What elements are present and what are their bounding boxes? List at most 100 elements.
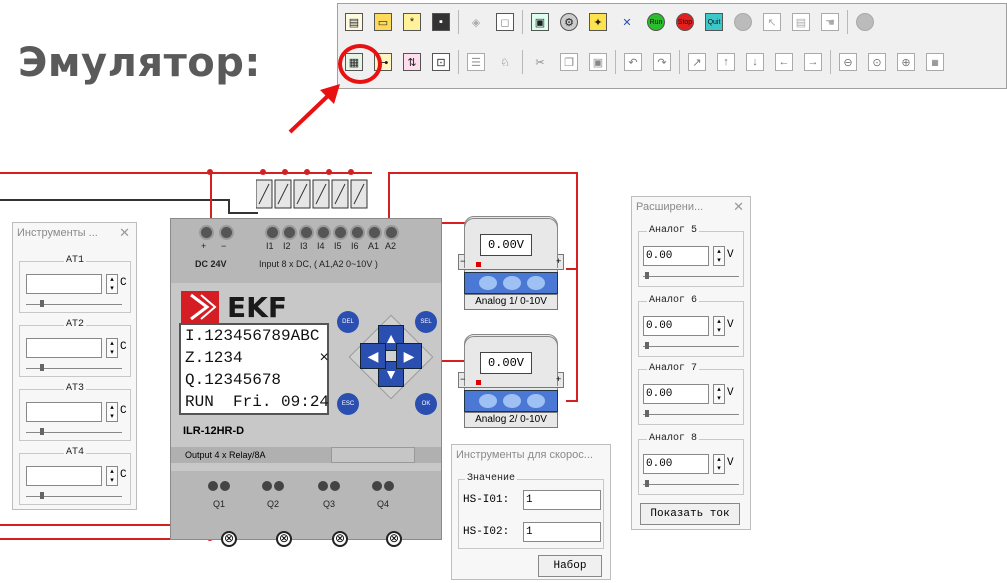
relay-q2[interactable] <box>261 477 284 493</box>
zoom-out-icon[interactable]: ⊖ <box>836 50 860 74</box>
slider-thumb[interactable] <box>645 342 649 349</box>
cursor-icon[interactable]: ↖ <box>760 10 784 34</box>
relay-q3[interactable] <box>317 477 340 493</box>
terminal-label: − <box>221 241 227 251</box>
ok-button[interactable]: OK <box>415 393 437 415</box>
at3-input[interactable] <box>26 402 102 422</box>
terminal-i2[interactable] <box>282 225 297 240</box>
tools-icon[interactable]: ✕ <box>615 10 639 34</box>
terminal-i6[interactable] <box>350 225 365 240</box>
analog-label: Analog 1/ 0-10V <box>464 294 558 310</box>
status-led <box>476 380 481 385</box>
terminal-i5[interactable] <box>333 225 348 240</box>
at4-input[interactable] <box>26 466 102 486</box>
at1-input[interactable] <box>26 274 102 294</box>
gear-icon[interactable]: ⚙ <box>557 10 581 34</box>
new-icon[interactable]: ▤ <box>342 10 366 34</box>
quit-icon[interactable]: Quit <box>702 10 726 34</box>
analog7-input[interactable]: 0.00 <box>643 384 709 404</box>
spinner[interactable]: ▴ ▾ <box>713 316 725 336</box>
terminal-i1[interactable] <box>265 225 280 240</box>
spinner[interactable]: ▴ ▾ <box>106 402 118 422</box>
zoom-in-icon[interactable]: ⊙ <box>865 50 889 74</box>
lcd-line: RUN Fri. 09:24 <box>185 393 330 411</box>
hs-i02-input[interactable]: 1 <box>523 522 601 542</box>
terminal-i3[interactable] <box>299 225 314 240</box>
open-icon[interactable]: ▭ <box>371 10 395 34</box>
spinner[interactable]: ▴ ▾ <box>713 454 725 474</box>
hs-i01-input[interactable]: 1 <box>523 490 601 510</box>
terminal-label: I3 <box>300 241 308 251</box>
align-bottom-icon[interactable]: ↓ <box>743 50 767 74</box>
terminal-label: I4 <box>317 241 325 251</box>
zoom-plus-icon[interactable]: ⊕ <box>894 50 918 74</box>
redo-icon[interactable]: ↷ <box>650 50 674 74</box>
circle-icon[interactable] <box>853 10 877 34</box>
del-button[interactable]: DEL <box>337 311 359 333</box>
copy-icon[interactable]: ❐ <box>557 50 581 74</box>
spinner[interactable]: ▴ ▾ <box>713 384 725 404</box>
at2-input[interactable] <box>26 338 102 358</box>
slider-thumb[interactable] <box>645 480 649 487</box>
slider-track[interactable] <box>643 414 739 415</box>
slider-track[interactable] <box>643 484 739 485</box>
preview-icon[interactable]: ◻ <box>493 10 517 34</box>
transfer-icon[interactable]: ⇅ <box>400 50 424 74</box>
terminal-plus[interactable] <box>199 225 214 240</box>
disk-icon[interactable] <box>731 10 755 34</box>
spinner[interactable]: ▴ ▾ <box>106 274 118 294</box>
chip-icon[interactable]: ✦ <box>586 10 610 34</box>
relay-q4[interactable] <box>371 477 394 493</box>
esc-button[interactable]: ESC <box>337 393 359 415</box>
spinner[interactable]: ▴ ▾ <box>106 338 118 358</box>
analog6-input[interactable]: 0.00 <box>643 316 709 336</box>
cut-icon[interactable]: ✂ <box>528 50 552 74</box>
relay-q1[interactable] <box>207 477 230 493</box>
slider-thumb[interactable] <box>645 272 649 279</box>
slider-thumb[interactable] <box>40 364 44 371</box>
doc-icon[interactable]: ▤ <box>789 10 813 34</box>
terminal-minus[interactable] <box>219 225 234 240</box>
show-current-button[interactable]: Показать ток <box>640 503 740 525</box>
right-arrow-button[interactable]: ▶ <box>396 343 422 369</box>
terminal-a1[interactable] <box>367 225 382 240</box>
list-icon[interactable]: ☰ <box>464 50 488 74</box>
align-up-icon[interactable]: ↗ <box>685 50 709 74</box>
analog-buttons[interactable] <box>464 272 558 294</box>
sel-button[interactable]: SEL <box>415 311 437 333</box>
align-top-icon[interactable]: ↑ <box>714 50 738 74</box>
analog5-input[interactable]: 0.00 <box>643 246 709 266</box>
analog-buttons[interactable] <box>464 390 558 412</box>
panel-title: Инструменты ... <box>17 227 98 239</box>
terminal-i4[interactable] <box>316 225 331 240</box>
terminal-a2[interactable] <box>384 225 399 240</box>
slider-track[interactable] <box>643 346 739 347</box>
stop-icon[interactable]: Stop <box>673 10 697 34</box>
run-icon[interactable]: Run <box>644 10 668 34</box>
align-left-icon[interactable]: ← <box>772 50 796 74</box>
group-label: Аналог 5 <box>647 225 700 236</box>
panel-icon[interactable]: ⊡ <box>429 50 453 74</box>
left-arrow-button[interactable]: ◀ <box>360 343 386 369</box>
slider-thumb[interactable] <box>40 300 44 307</box>
grid-icon[interactable]: ▦ <box>923 50 947 74</box>
paste-icon[interactable]: ▣ <box>586 50 610 74</box>
save-icon[interactable]: ▪ <box>429 10 453 34</box>
undo-icon[interactable]: ↶ <box>621 50 645 74</box>
slider-thumb[interactable] <box>40 428 44 435</box>
set-button[interactable]: Набор <box>538 555 602 577</box>
slider-thumb[interactable] <box>645 410 649 417</box>
cube-icon[interactable]: ◈ <box>464 10 488 34</box>
spinner[interactable]: ▴ ▾ <box>106 466 118 486</box>
find-icon[interactable]: ♘ <box>493 50 517 74</box>
close-icon[interactable]: ✕ <box>733 199 744 215</box>
spinner[interactable]: ▴ ▾ <box>713 246 725 266</box>
align-right-icon[interactable]: → <box>801 50 825 74</box>
monitor-icon[interactable]: ▣ <box>528 10 552 34</box>
analog8-input[interactable]: 0.00 <box>643 454 709 474</box>
slider-track[interactable] <box>643 276 739 277</box>
slider-thumb[interactable] <box>40 492 44 499</box>
hand-icon[interactable]: ☚ <box>818 10 842 34</box>
close-icon[interactable]: ✕ <box>119 225 130 241</box>
plus-icon[interactable]: * <box>400 10 424 34</box>
